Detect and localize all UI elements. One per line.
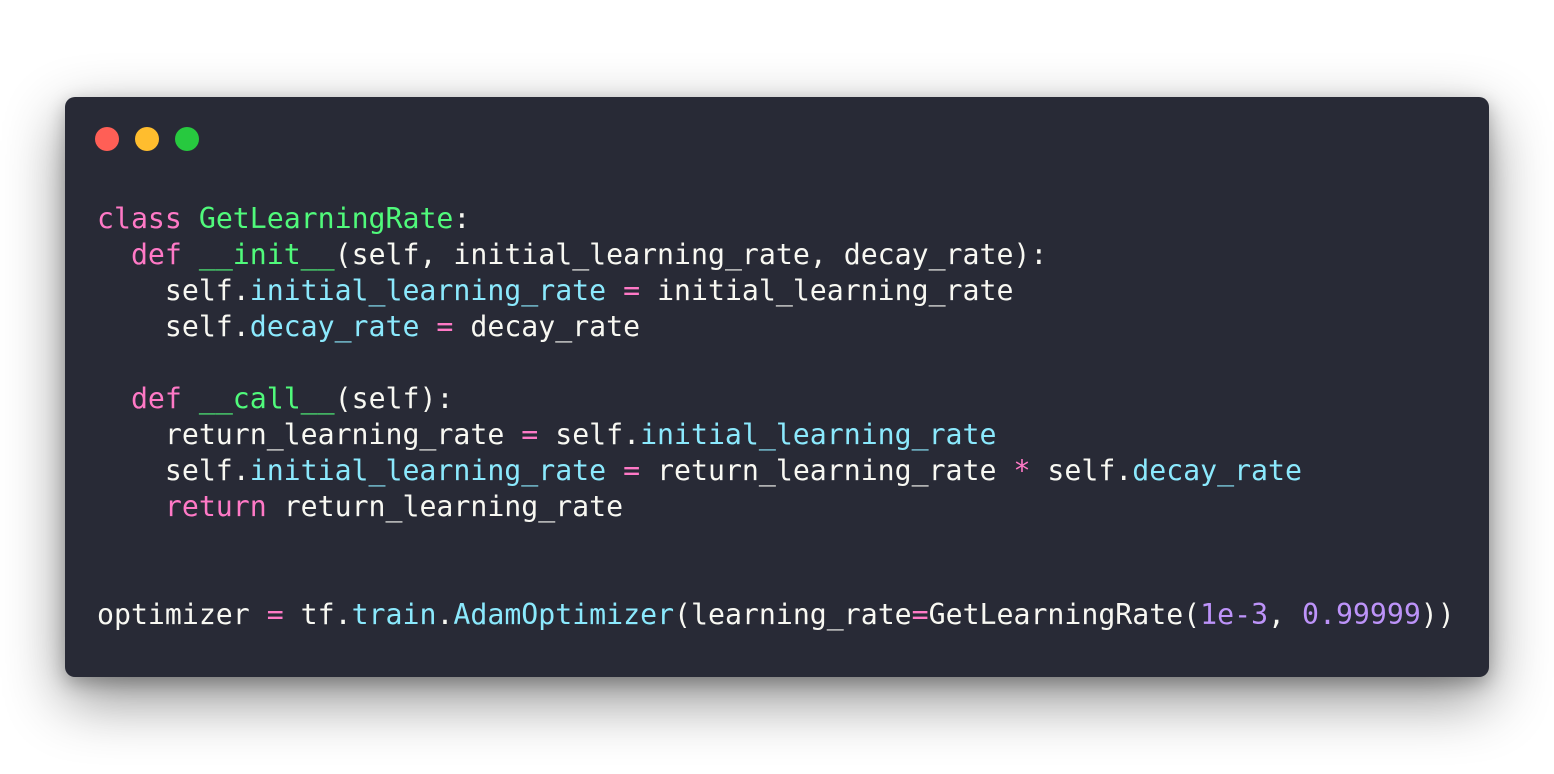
code-token-keyword: = <box>266 598 284 631</box>
code-block: class GetLearningRate: def __init__(self… <box>97 201 1455 633</box>
code-token-text: GetLearningRate( <box>928 598 1201 631</box>
code-token-attr: decay_rate <box>1132 454 1302 487</box>
code-line: self.decay_rate = decay_rate <box>97 309 1455 345</box>
code-line: optimizer = tf.train.AdamOptimizer(learn… <box>97 597 1455 633</box>
code-line: return_learning_rate = self.initial_lear… <box>97 417 1455 453</box>
code-token-keyword: def <box>130 382 182 415</box>
minimize-icon[interactable] <box>135 127 159 151</box>
code-line: def __call__(self): <box>97 381 1455 417</box>
code-token-text: return_learning_rate <box>640 454 1014 487</box>
code-token-text: (self, initial_learning_rate, decay_rate… <box>334 238 1048 271</box>
code-token-keyword: = <box>623 274 641 307</box>
code-token-func: __call__ <box>198 382 335 415</box>
code-token-text: self. <box>538 418 641 451</box>
code-token-text: , <box>1268 598 1302 631</box>
code-token-text: return_learning_rate <box>97 418 522 451</box>
code-line: class GetLearningRate: <box>97 201 1455 237</box>
code-token-text: return_learning_rate <box>266 490 624 523</box>
code-token-number: 1e-3 <box>1200 598 1269 631</box>
code-token-number: 0.99999 <box>1302 598 1421 631</box>
code-token-keyword: class <box>97 202 182 235</box>
code-token-attr: decay_rate <box>249 310 420 343</box>
maximize-icon[interactable] <box>175 127 199 151</box>
code-line: self.initial_learning_rate = return_lear… <box>97 453 1455 489</box>
code-token-text: (learning_rate <box>674 598 912 631</box>
code-line: self.initial_learning_rate = initial_lea… <box>97 273 1455 309</box>
code-token-text: initial_learning_rate <box>640 274 1014 307</box>
code-token-text: (self): <box>334 382 454 415</box>
code-token-keyword: def <box>130 238 182 271</box>
code-token-text: )) <box>1420 598 1455 631</box>
code-token-attr: initial_learning_rate <box>640 418 997 451</box>
code-token-keyword: = <box>521 418 539 451</box>
code-token-attr: AdamOptimizer <box>453 598 675 631</box>
code-token-keyword: = <box>623 454 641 487</box>
code-token-text: . <box>436 598 454 631</box>
code-window: class GetLearningRate: def __init__(self… <box>65 97 1489 677</box>
code-token-attr: initial_learning_rate <box>249 454 607 487</box>
code-token-keyword: = <box>911 598 929 631</box>
code-token-text: optimizer <box>97 598 267 631</box>
code-token-text: self. <box>97 454 250 487</box>
code-token-keyword: = <box>436 310 454 343</box>
code-line: return return_learning_rate <box>97 489 1455 525</box>
code-token-text: : <box>453 202 471 235</box>
code-token-text: self. <box>97 310 250 343</box>
window-controls <box>95 127 199 151</box>
code-line: def __init__(self, initial_learning_rate… <box>97 237 1455 273</box>
code-token-attr: train <box>351 598 437 631</box>
code-token-keyword: return <box>164 490 267 523</box>
code-token-text: tf. <box>283 598 352 631</box>
code-token-attr: initial_learning_rate <box>249 274 607 307</box>
close-icon[interactable] <box>95 127 119 151</box>
code-token-text: self. <box>1030 454 1133 487</box>
code-token-text: decay_rate <box>453 310 641 343</box>
code-token-func: __init__ <box>198 238 335 271</box>
code-token-func: GetLearningRate <box>198 202 454 235</box>
code-token-text: self. <box>97 274 250 307</box>
code-token-keyword: * <box>1013 454 1031 487</box>
